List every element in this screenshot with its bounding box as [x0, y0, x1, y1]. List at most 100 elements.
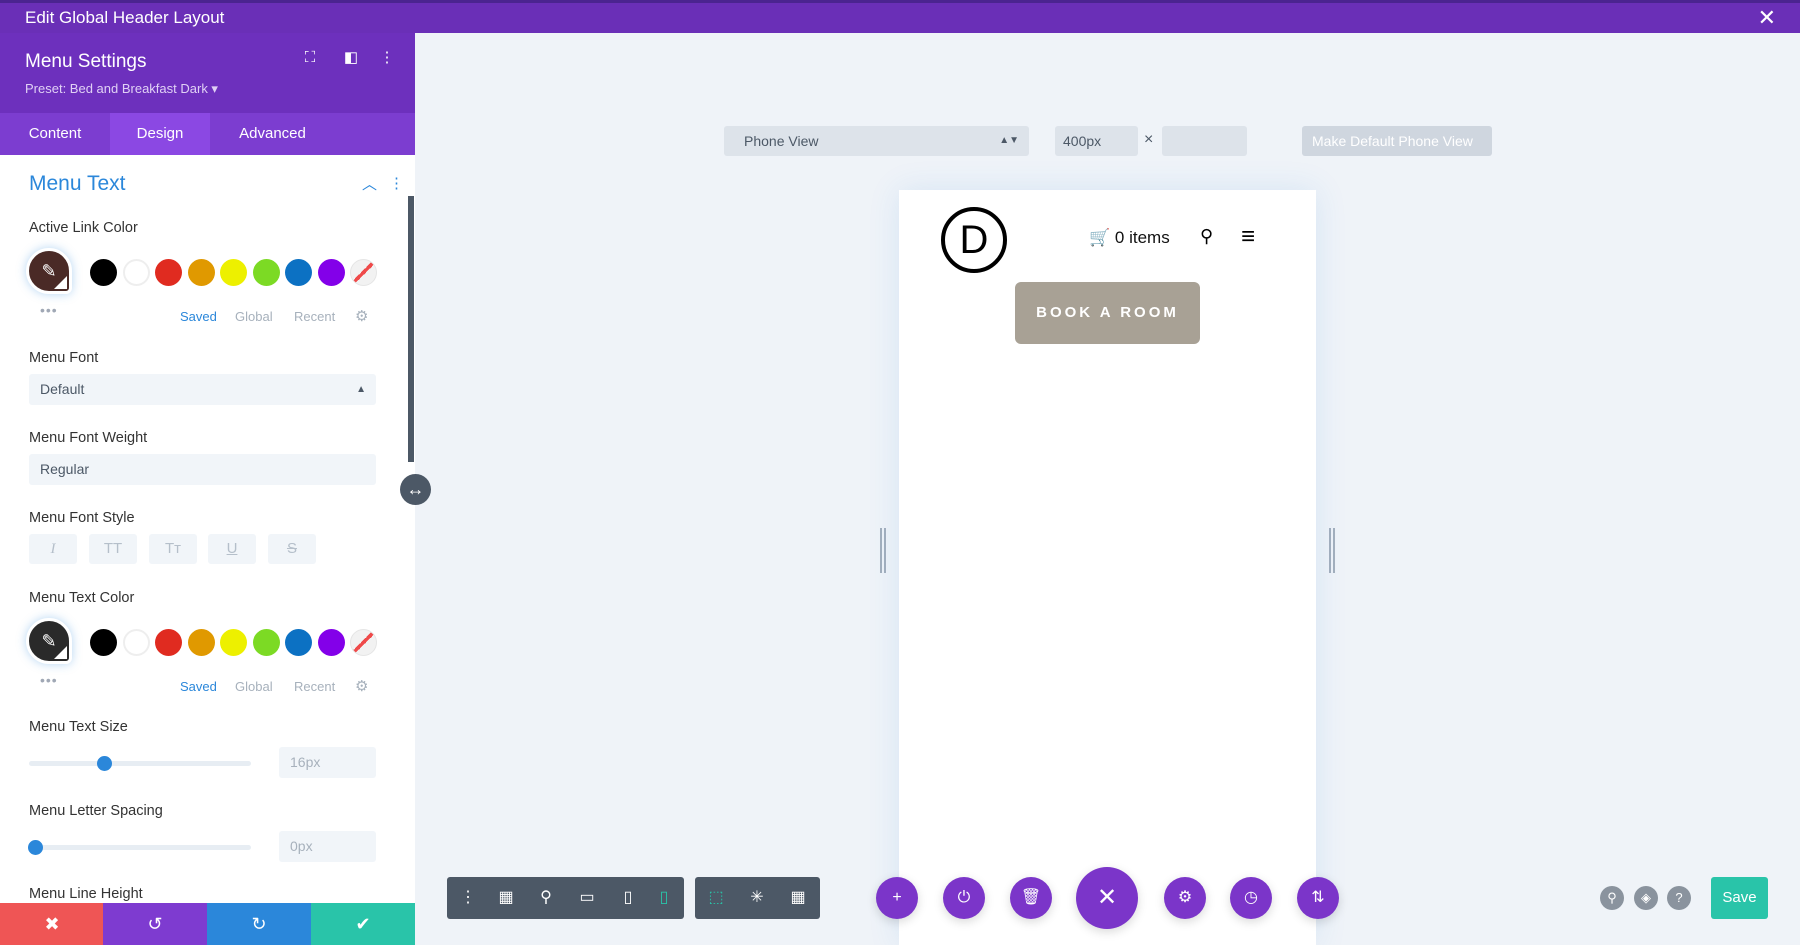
discard-button[interactable]: ✖ [0, 903, 104, 945]
clear-layout-button[interactable]: 🗑 [1010, 877, 1052, 919]
hamburger-menu-icon[interactable]: ≡ [1241, 223, 1255, 251]
search-icon[interactable]: ⚲ [1600, 886, 1624, 910]
color-swatch[interactable] [122, 629, 150, 656]
phone-icon[interactable]: ▯ [643, 877, 685, 919]
cart-icon: 🛒 [1089, 228, 1111, 247]
make-default-button[interactable]: Make Default Phone View [1302, 126, 1492, 156]
no-color-swatch[interactable] [350, 259, 377, 286]
color-swatch[interactable] [285, 629, 312, 656]
history-button[interactable]: ◷ [1230, 877, 1272, 919]
desktop-icon[interactable]: ▭ [566, 877, 608, 919]
slider-handle[interactable] [28, 840, 43, 855]
resize-handle-icon[interactable]: ↔ [400, 474, 431, 505]
fullscreen-icon[interactable]: ⛶ [299, 47, 321, 69]
menu-letter-spacing-label: Menu Letter Spacing [29, 803, 163, 819]
menu-letter-spacing-slider[interactable] [28, 840, 251, 855]
menu-text-color-label: Menu Text Color [29, 590, 135, 606]
color-tab-global[interactable]: Global [235, 309, 273, 324]
no-color-swatch[interactable] [350, 629, 377, 656]
grid-icon[interactable]: ▦ [777, 877, 819, 919]
color-swatch[interactable] [252, 629, 280, 656]
view-mode-select[interactable]: Phone View ▲▼ [724, 126, 1029, 156]
width-input[interactable]: 400px [1055, 126, 1138, 156]
redo-button[interactable]: ↻ [207, 903, 311, 945]
tab-content[interactable]: Content [0, 113, 110, 155]
menu-font-weight-value: Regular [40, 461, 90, 477]
tab-design[interactable]: Design [110, 113, 210, 155]
tab-advanced[interactable]: Advanced [210, 113, 335, 155]
color-swatch[interactable] [187, 629, 215, 656]
panel-actions: ✖ ↺ ↻ ✔ [0, 903, 415, 945]
collapse-chevron-icon[interactable]: ︿ [362, 173, 377, 194]
uppercase-button[interactable]: TT [89, 534, 137, 564]
color-tab-saved[interactable]: Saved [180, 309, 217, 324]
italic-button[interactable]: I [29, 534, 77, 564]
left-resize-handle[interactable] [880, 528, 886, 573]
help-icon[interactable]: ? [1667, 886, 1691, 910]
color-tab-recent[interactable]: Recent [294, 679, 335, 694]
mode-toolbar: ⬚ ✳ ▦ [695, 877, 820, 919]
portability-button[interactable]: ⏻ [943, 877, 985, 919]
window-title: Edit Global Header Layout [25, 8, 225, 27]
menu-font-weight-select[interactable]: Regular [29, 454, 376, 485]
color-swatch[interactable] [317, 259, 345, 286]
preset-dropdown[interactable]: Preset: Bed and Breakfast Dark ▾ [25, 81, 218, 97]
book-room-button[interactable]: BOOK A ROOM [1015, 282, 1200, 344]
slider-handle[interactable] [97, 756, 113, 771]
color-picker-button[interactable]: ✎ [26, 248, 72, 294]
more-icon[interactable]: ⋮ [447, 877, 489, 919]
undo-button[interactable]: ↺ [103, 903, 207, 945]
layers-icon[interactable]: ◈ [1634, 886, 1658, 910]
wireframe-icon[interactable]: ▦ [485, 877, 527, 919]
page-settings-button[interactable]: ⚙ [1164, 877, 1206, 919]
more-colors-icon[interactable]: ••• [40, 672, 58, 688]
search-icon[interactable]: ⚲ [1200, 226, 1213, 247]
color-swatch[interactable] [285, 259, 312, 286]
color-swatch[interactable] [90, 629, 117, 656]
color-swatch[interactable] [155, 629, 182, 656]
gear-icon[interactable]: ⚙ [355, 677, 368, 695]
click-mode-icon[interactable]: ✳ [736, 877, 778, 919]
color-swatch[interactable] [252, 259, 280, 286]
select-icon[interactable]: ⬚ [695, 877, 737, 919]
menu-letter-spacing-input[interactable]: 0px [279, 831, 376, 862]
color-picker-button[interactable]: ✎ [26, 618, 72, 664]
panel-tabs: Content Design Advanced [0, 113, 415, 155]
color-tab-global[interactable]: Global [235, 679, 273, 694]
color-swatch[interactable] [220, 629, 247, 656]
more-colors-icon[interactable]: ••• [40, 302, 58, 318]
gear-icon[interactable]: ⚙ [355, 307, 368, 325]
add-button[interactable]: + [876, 877, 918, 919]
panel-scrollbar[interactable] [408, 196, 414, 462]
color-swatch[interactable] [122, 259, 150, 286]
color-swatch[interactable] [155, 259, 182, 286]
color-swatch[interactable] [220, 259, 247, 286]
color-tab-recent[interactable]: Recent [294, 309, 335, 324]
save-button[interactable]: Save [1711, 877, 1768, 919]
capitalize-button[interactable]: Tт [149, 534, 197, 564]
more-options-icon[interactable]: ⋮ [376, 47, 398, 69]
section-more-icon[interactable]: ⋮ [389, 174, 404, 192]
close-icon[interactable]: ✕ [1758, 6, 1776, 30]
sort-button[interactable]: ⇅ [1297, 877, 1339, 919]
menu-font-select[interactable]: Default ▲ [29, 374, 376, 405]
split-view-icon[interactable]: ◧ [340, 47, 362, 69]
color-swatch[interactable] [317, 629, 345, 656]
color-swatch[interactable] [187, 259, 215, 286]
color-tab-saved[interactable]: Saved [180, 679, 217, 694]
color-swatch[interactable] [90, 259, 117, 286]
close-builder-button[interactable]: ✕ [1076, 867, 1138, 929]
section-title[interactable]: Menu Text [29, 172, 126, 196]
menu-text-size-slider[interactable] [29, 756, 251, 771]
menu-text-size-input[interactable]: 16px [279, 747, 376, 778]
active-link-color-label: Active Link Color [29, 220, 138, 236]
underline-button[interactable]: U [208, 534, 256, 564]
cart-link[interactable]: 🛒 0 items [1089, 228, 1170, 248]
confirm-button[interactable]: ✔ [311, 903, 415, 945]
right-resize-handle[interactable] [1329, 528, 1335, 573]
logo[interactable]: D [941, 207, 1007, 273]
strikethrough-button[interactable]: S [268, 534, 316, 564]
height-input[interactable] [1162, 126, 1247, 156]
zoom-icon[interactable]: ⚲ [525, 877, 567, 919]
panel-title: Menu Settings [25, 51, 147, 72]
